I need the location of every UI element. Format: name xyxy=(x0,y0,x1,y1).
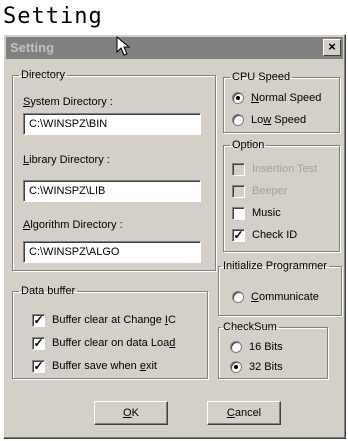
close-icon: × xyxy=(328,39,336,54)
buffer-clear-change-ic-label: Buffer clear at Change IC xyxy=(52,314,176,326)
32-bits-label: 32 Bits xyxy=(249,361,283,373)
insertion-test-label: Insertion Test xyxy=(252,163,318,175)
music-checkbox[interactable]: Music xyxy=(232,206,281,220)
checkbox-icon xyxy=(232,184,245,198)
initialize-programmer-legend: Initialize Programmer xyxy=(223,260,327,272)
checkmark-icon: ✓ xyxy=(32,312,45,327)
16-bits-radio[interactable]: 16 Bits xyxy=(230,340,283,354)
checkbox-icon xyxy=(232,162,245,176)
check-id-checkbox[interactable]: ✓ Check ID xyxy=(232,228,297,242)
beeper-label: Beeper xyxy=(252,185,288,197)
system-directory-input[interactable]: C:\WINSPZ\BIN xyxy=(23,113,201,135)
initialize-programmer-group: Initialize Programmer xyxy=(218,260,342,316)
buffer-clear-data-load-checkbox[interactable]: ✓ Buffer clear on data Load xyxy=(32,336,175,350)
communicate-label: Communicate xyxy=(251,291,319,303)
close-button[interactable]: × xyxy=(323,39,341,56)
radio-icon xyxy=(232,291,244,303)
setting-dialog: Setting × Directory System Directory : C… xyxy=(3,34,346,439)
beeper-checkbox[interactable]: Beeper xyxy=(232,184,287,198)
insertion-test-checkbox[interactable]: Insertion Test xyxy=(232,162,317,176)
algorithm-directory-label: Algorithm Directory : xyxy=(23,219,123,231)
radio-icon xyxy=(232,114,244,126)
buffer-clear-change-ic-checkbox[interactable]: ✓ Buffer clear at Change IC xyxy=(32,313,176,327)
cpu-speed-legend: CPU Speed xyxy=(232,71,291,83)
checkmark-icon: ✓ xyxy=(32,358,45,373)
checkbox-icon xyxy=(232,206,245,220)
low-speed-radio[interactable]: Low Speed xyxy=(232,113,306,127)
music-label: Music xyxy=(252,207,281,219)
low-speed-label: Low Speed xyxy=(251,114,307,126)
algorithm-directory-input[interactable]: C:\WINSPZ\ALGO xyxy=(23,241,201,263)
radio-icon xyxy=(232,92,244,104)
title-bar: Setting × xyxy=(6,37,343,59)
32-bits-radio[interactable]: 32 Bits xyxy=(230,360,283,374)
buffer-save-exit-checkbox[interactable]: ✓ Buffer save when exit xyxy=(32,359,157,373)
radio-icon xyxy=(230,361,242,373)
normal-speed-label: Normal Speed xyxy=(251,92,322,104)
buffer-clear-data-load-label: Buffer clear on data Load xyxy=(52,337,176,349)
library-directory-input[interactable]: C:\WINSPZ\LIB xyxy=(23,180,201,202)
system-directory-label: System Directory : xyxy=(23,96,113,108)
directory-legend: Directory xyxy=(21,69,66,81)
normal-speed-radio[interactable]: Normal Speed xyxy=(232,91,321,105)
ok-button[interactable]: OK xyxy=(94,401,168,425)
check-id-label: Check ID xyxy=(252,229,298,241)
mouse-pointer-icon xyxy=(116,36,131,56)
library-directory-label: Library Directory : xyxy=(23,154,110,166)
16-bits-label: 16 Bits xyxy=(249,341,283,353)
data-buffer-legend: Data buffer xyxy=(21,285,76,297)
buffer-save-exit-label: Buffer save when exit xyxy=(52,360,157,372)
option-legend: Option xyxy=(232,139,265,151)
window-title: Setting xyxy=(10,40,55,55)
communicate-radio[interactable]: Communicate xyxy=(232,290,319,304)
checksum-legend: CheckSum xyxy=(223,321,277,333)
checkmark-icon: ✓ xyxy=(232,227,245,242)
checkmark-icon: ✓ xyxy=(32,335,45,350)
radio-icon xyxy=(230,341,242,353)
caption-title: Setting xyxy=(3,4,103,29)
cancel-button[interactable]: Cancel xyxy=(207,401,281,425)
